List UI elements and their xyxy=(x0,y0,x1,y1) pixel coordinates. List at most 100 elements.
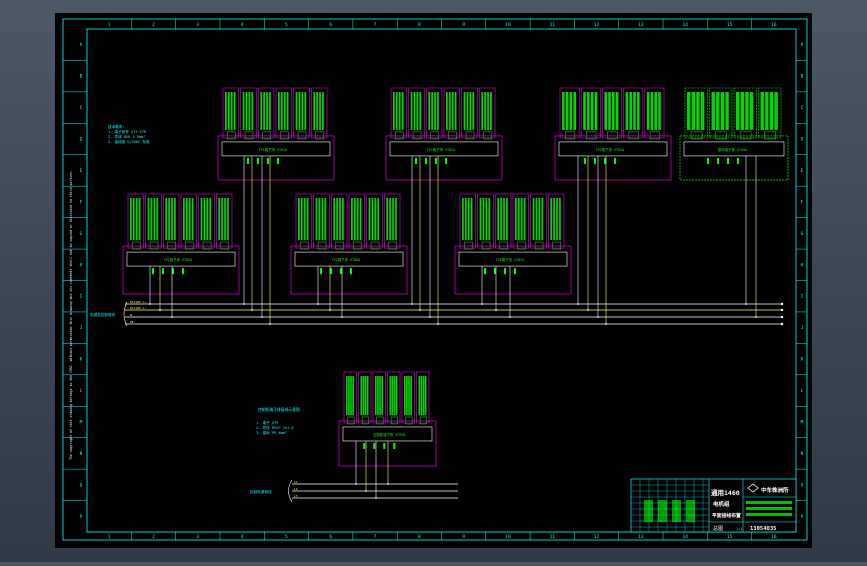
technical-note-line: 2. 导线 BVR 1.5mm² xyxy=(108,134,145,139)
device-label-stack xyxy=(408,376,410,415)
device-label-stack xyxy=(590,92,594,130)
junction-dot xyxy=(411,303,413,305)
device-label-stack xyxy=(130,198,132,241)
column-label-top: 14 xyxy=(683,22,689,28)
device-label-stack xyxy=(466,92,469,130)
device-label-stack xyxy=(150,198,153,241)
device-label-stack xyxy=(377,376,379,415)
junction-dot xyxy=(597,316,599,318)
title-info-row xyxy=(746,501,792,504)
device-label-stack xyxy=(360,376,363,415)
junction-dot xyxy=(341,316,343,318)
device-label-stack xyxy=(451,92,454,130)
device-label-stack xyxy=(488,198,491,241)
device-label-stack xyxy=(711,92,715,130)
device-label-stack xyxy=(280,92,283,130)
column-label-top: 11 xyxy=(550,22,556,28)
device-label-stack xyxy=(745,92,749,130)
output-pin xyxy=(707,157,709,164)
row-label-right: L xyxy=(801,388,804,394)
device-label-stack xyxy=(263,92,265,130)
output-pin xyxy=(717,157,719,164)
device-label-stack xyxy=(485,198,488,241)
column-label-bottom: 2 xyxy=(152,534,155,540)
device-label-stack xyxy=(298,92,301,130)
device-label-stack xyxy=(774,92,778,130)
junction-dot xyxy=(577,303,579,305)
device-label-stack xyxy=(230,92,233,130)
column-label-bottom: 10 xyxy=(505,534,511,540)
row-label-left: D xyxy=(80,137,83,143)
device-label-stack xyxy=(339,198,341,241)
row-label-right: G xyxy=(801,231,804,237)
main-bus-title: 电源及控制母线 xyxy=(90,312,116,317)
junction-dot xyxy=(509,316,511,318)
junction-dot xyxy=(419,309,421,311)
device-label-stack xyxy=(286,92,289,130)
output-pin xyxy=(737,157,739,164)
device-label-stack xyxy=(364,376,367,415)
column-label-top: 7 xyxy=(374,22,377,28)
output-pin xyxy=(435,157,437,164)
device-label-stack xyxy=(633,92,636,130)
device-label-stack xyxy=(138,198,141,241)
output-pin xyxy=(445,157,447,164)
device-label-stack xyxy=(342,198,344,241)
row-label-left: H xyxy=(80,262,83,268)
device-label-stack xyxy=(454,92,457,130)
junction-dot xyxy=(481,303,483,305)
output-pin xyxy=(584,157,586,164)
column-label-bottom: 13 xyxy=(638,534,644,540)
device-label-stack xyxy=(283,92,286,130)
junction-dot xyxy=(171,316,173,318)
output-pin xyxy=(267,157,269,164)
device-label-stack xyxy=(687,92,691,130)
terminal-strip-label: TP2端子排 XT02A xyxy=(427,147,456,152)
device-label-stack xyxy=(366,376,369,415)
device-label-stack xyxy=(251,92,254,130)
junction-dot xyxy=(365,490,367,492)
title-info-row xyxy=(746,513,792,516)
device-label-stack xyxy=(374,198,377,241)
title-line2: 电机组 xyxy=(713,500,730,508)
column-label-top: 12 xyxy=(594,22,600,28)
row-label-left: L xyxy=(80,388,83,394)
device-label-stack xyxy=(333,198,336,241)
terminal-strip-label: 接地端子排 XT04A xyxy=(718,147,747,152)
junction-dot xyxy=(495,309,497,311)
main-bus-label: PE xyxy=(130,320,134,324)
device-label-stack xyxy=(200,198,203,241)
terminal-strip-label: TP6端子排 XT07A xyxy=(496,257,525,262)
device-label-stack xyxy=(573,92,576,130)
device-label-stack xyxy=(395,376,398,415)
column-label-top: 3 xyxy=(196,22,199,28)
device-label-stack xyxy=(245,92,248,130)
device-label-stack xyxy=(346,376,348,415)
device-label-stack xyxy=(541,198,544,241)
device-label-stack xyxy=(467,198,470,241)
junction-dot xyxy=(317,303,319,305)
device-label-stack xyxy=(654,92,657,130)
device-label-stack xyxy=(321,198,324,241)
output-pin xyxy=(594,157,596,164)
device-label-stack xyxy=(424,376,427,415)
device-label-stack xyxy=(278,92,280,130)
device-label-stack xyxy=(517,198,520,241)
device-label-stack xyxy=(416,92,419,130)
device-label-stack xyxy=(481,92,484,130)
device-label-stack xyxy=(203,198,206,241)
junction-dot xyxy=(375,497,377,499)
device-label-stack xyxy=(569,92,573,130)
device-label-stack xyxy=(538,198,541,241)
device-label-stack xyxy=(479,198,482,241)
title-info-row xyxy=(746,507,792,510)
device-label-stack xyxy=(565,92,569,130)
device-label-stack xyxy=(375,376,377,415)
device-label-stack xyxy=(377,198,380,241)
junction-dot xyxy=(355,483,357,485)
junction-dot xyxy=(261,316,263,318)
device-label-stack xyxy=(612,92,615,130)
device-label-stack xyxy=(362,376,365,415)
device-label-stack xyxy=(156,198,159,241)
drawing-number: 13054035 xyxy=(750,526,777,532)
